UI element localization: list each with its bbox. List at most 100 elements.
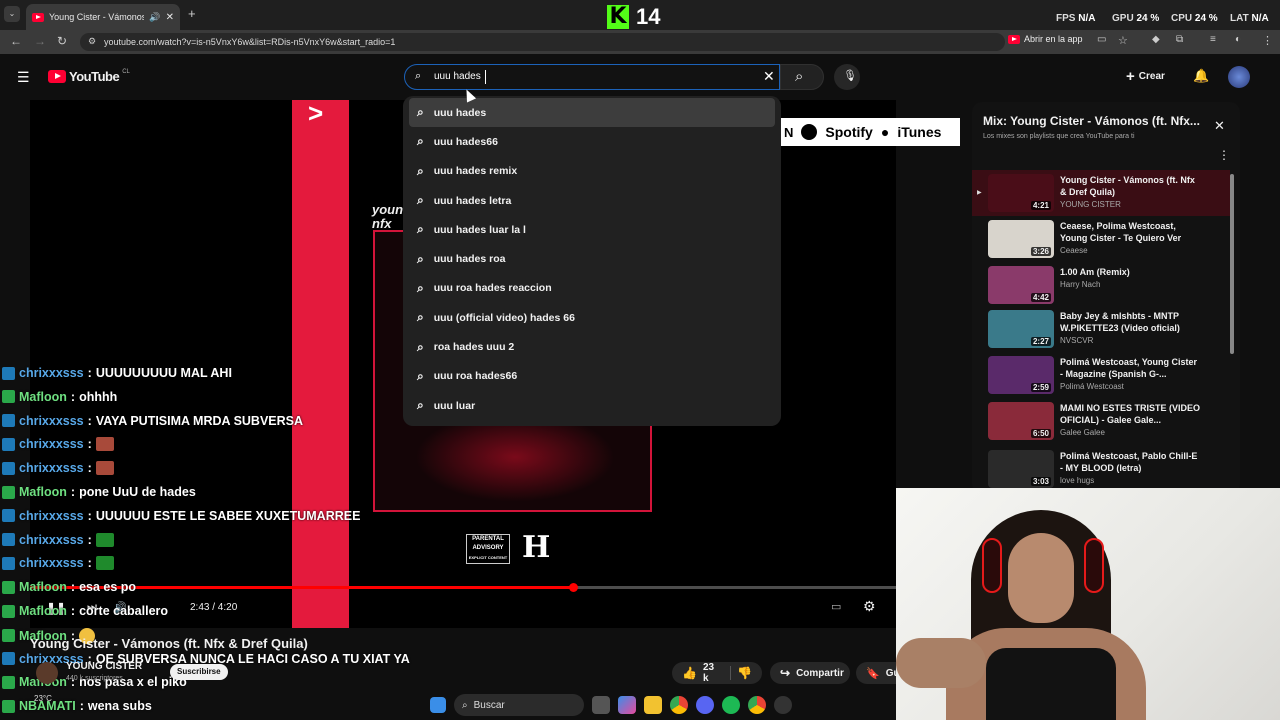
address-bar[interactable]: youtube.com/watch?v=is-n5VnxY6w&list=RDi… — [80, 33, 1005, 51]
spotify-app-icon[interactable] — [722, 696, 740, 714]
url-text: youtube.com/watch?v=is-n5VnxY6w&list=RDi… — [104, 37, 396, 47]
playlist-item[interactable]: 4:21 Young Cister - Vámonos (ft. Nfx & Dr… — [988, 174, 1228, 214]
suggestion-item[interactable]: ⌕ uuu hades remix — [403, 157, 781, 186]
hamburger-menu-icon[interactable]: ☰ — [17, 69, 30, 86]
playlist-item-channel: Ceaese — [1060, 246, 1088, 255]
profile-icon[interactable]: ◐ — [1235, 34, 1241, 45]
playlist-item-channel: Galee Galee — [1060, 428, 1105, 437]
extensions-puzzle-icon[interactable]: ⧉ — [1176, 34, 1183, 45]
playlist-title: Mix: Young Cister - Vámonos (ft. Nfx... — [983, 114, 1200, 128]
chat-separator: : — [79, 699, 84, 714]
tab-search-menu[interactable]: ⌄ — [4, 6, 20, 22]
obs-icon[interactable] — [774, 696, 792, 714]
reload-icon[interactable]: ↻ — [57, 34, 67, 48]
chat-message: chrixxxsss: UUUUUU ESTE LE SABEE XUXETUMA… — [2, 509, 360, 523]
video-red-stripe: > — [292, 98, 349, 628]
suggestion-item[interactable]: ⌕ uuu hades letra — [403, 186, 781, 215]
speaker-icon[interactable]: 🔊 — [149, 12, 160, 23]
youtube-logo[interactable]: YouTube CL — [48, 69, 130, 84]
chat-username: chrixxxsss — [19, 461, 84, 476]
thumbs-up-icon: 👍 — [682, 666, 697, 680]
suggestion-item[interactable]: ⌕ uuu hades — [409, 98, 775, 128]
duration-badge: 3:03 — [1030, 477, 1051, 486]
file-explorer-icon[interactable] — [644, 696, 662, 714]
site-info-icon[interactable]: ⚙ — [88, 36, 96, 47]
playlist-item[interactable]: 3:26 Ceaese, Polima Westcoast, Young Cist… — [988, 220, 1228, 260]
menu-kebab-icon[interactable]: ⋮ — [1262, 34, 1273, 47]
discord-icon[interactable] — [696, 696, 714, 714]
youtube-favicon-icon — [32, 12, 44, 22]
suggestion-item[interactable]: ⌕ roa hades uuu 2 — [403, 332, 781, 361]
thumbs-down-icon[interactable]: 👎 — [737, 666, 752, 680]
suggestion-search-icon: ⌕ — [417, 163, 424, 178]
suggestion-item[interactable]: ⌕ uuu hades luar la l — [403, 215, 781, 244]
open-in-app-button[interactable]: Abrir en la app — [1008, 34, 1083, 44]
back-icon[interactable]: ← — [10, 34, 22, 48]
playlist-item[interactable]: 6:50 MAMI NO ESTES TRISTE (VIDEO OFICIAL)… — [988, 402, 1228, 442]
prime-badge-icon — [2, 533, 15, 547]
playlist-item-meta: Young Cister - Vámonos (ft. Nfx & Dref Q… — [1060, 174, 1200, 214]
suggestion-search-icon: ⌕ — [417, 310, 424, 325]
chat-separator: : — [87, 437, 92, 452]
suggestion-text: uuu hades roa — [433, 253, 506, 266]
arrow-graphic: > — [308, 98, 324, 128]
prime-badge-icon — [2, 461, 15, 475]
close-tab-icon[interactable]: ✕ — [166, 12, 174, 23]
chrome-icon[interactable] — [670, 696, 688, 714]
chat-username: Mafloon — [19, 389, 67, 404]
gpu-stat: GPU 24 % — [1112, 13, 1160, 24]
notifications-bell-icon[interactable]: 🔔 — [1193, 68, 1209, 84]
playlist-thumbnail: 2:59 — [988, 356, 1054, 394]
playlist-item[interactable]: 4:42 1.00 Am (Remix) Harry Nach — [988, 266, 1228, 306]
playlist-item-channel: YOUNG CISTER — [1060, 200, 1121, 209]
avatar[interactable] — [1228, 66, 1250, 88]
parental-advisory-label: PARENTAL ADVISORY EXPLICIT CONTENT — [466, 534, 510, 564]
settings-gear-icon[interactable]: ⚙ — [863, 598, 876, 615]
subscribe-button[interactable]: Suscribirse — [170, 664, 228, 680]
like-button[interactable]: 👍 23 k 👎 — [672, 662, 762, 684]
suggestion-item[interactable]: ⌕ uuu roa hades66 — [403, 362, 781, 391]
suggestion-search-icon: ⌕ — [417, 193, 424, 208]
extension-diamond-icon[interactable]: ◆ — [1152, 34, 1160, 45]
playlist-menu-icon[interactable]: ⋮ — [1218, 148, 1230, 162]
suggestion-item[interactable]: ⌕ uuu hades66 — [403, 127, 781, 156]
channel-name[interactable]: YOUNG CISTER — [66, 661, 142, 672]
forward-icon[interactable]: → — [34, 34, 46, 48]
progress-scrubber[interactable] — [568, 583, 578, 592]
playlist-item-title: Young Cister - Vámonos (ft. Nfx & Dref Q… — [1060, 175, 1195, 197]
search-button[interactable]: ⌕ — [780, 64, 824, 90]
playlist-item[interactable]: 2:59 Polimá Westcoast, Young Cister - Mag… — [988, 356, 1228, 396]
playlist-item-title: Polimá Westcoast, Pablo Chill-E - MY BLO… — [1060, 451, 1198, 473]
browser-tab-active[interactable]: Young Cister - Vámonos (ft. 🔊 ✕ — [26, 4, 180, 30]
duration-badge: 2:59 — [1030, 383, 1051, 392]
chat-message: NBAMATI: wena subs — [2, 699, 152, 713]
bookmark-star-icon[interactable]: ☆ — [1118, 34, 1128, 47]
chat-message: chrixxxsss: — [2, 437, 114, 452]
playlist-item[interactable]: 3:03 Polimá Westcoast, Pablo Chill-E - MY… — [988, 450, 1228, 490]
suggestion-item[interactable]: ⌕ uuu hades roa — [403, 244, 781, 273]
windows-start-icon[interactable] — [430, 697, 446, 713]
suggestion-item[interactable]: ⌕ uuu luar — [403, 391, 781, 420]
search-input[interactable]: ⌕ uuu hades ✕ — [404, 64, 780, 90]
playlist-scrollbar[interactable] — [1230, 174, 1234, 354]
install-icon[interactable]: ▭ — [1097, 34, 1106, 45]
subtitles-icon[interactable]: ▭ — [831, 600, 841, 613]
copilot-icon[interactable] — [618, 696, 636, 714]
clear-search-icon[interactable]: ✕ — [763, 68, 775, 85]
channel-avatar[interactable] — [36, 662, 58, 684]
taskbar-search[interactable]: ⌕ Buscar — [454, 694, 584, 716]
new-tab-button[interactable]: + — [188, 6, 196, 21]
suggestion-item[interactable]: ⌕ uuu roa hades reaccion — [403, 274, 781, 303]
playlist-item[interactable]: 2:27 Baby Jey & mlshbts - MNTP W.PIKETTE2… — [988, 310, 1228, 350]
save-icon: 🔖 — [866, 667, 880, 680]
suggestion-item[interactable]: ⌕ uuu (official video) hades 66 — [403, 303, 781, 332]
task-view-icon[interactable] — [592, 696, 610, 714]
duration-badge: 4:21 — [1030, 201, 1051, 210]
chat-username: Mafloon — [19, 580, 67, 595]
share-button[interactable]: ↪ Compartir — [770, 662, 850, 684]
create-button[interactable]: + Crear — [1126, 68, 1165, 85]
voice-search-button[interactable]: 🎙 — [834, 64, 860, 90]
chrome-active-icon[interactable] — [748, 696, 766, 714]
close-playlist-icon[interactable]: ✕ — [1214, 118, 1225, 134]
tab-search-icon[interactable]: ≡ — [1210, 34, 1216, 45]
